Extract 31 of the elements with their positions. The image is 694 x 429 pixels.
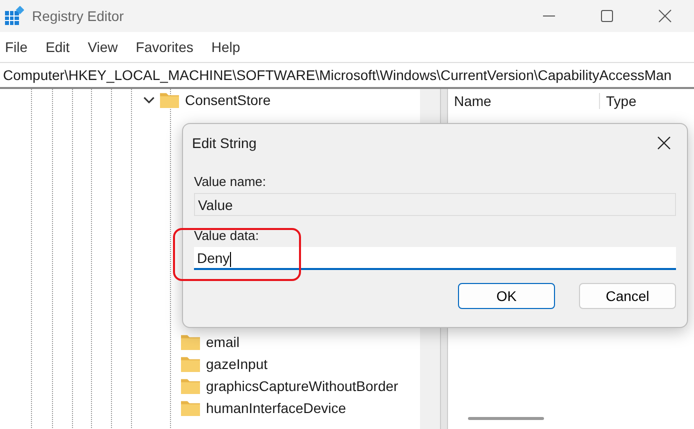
tree-item[interactable]: ConsentStore: [185, 92, 271, 108]
chevron-icon[interactable]: [143, 94, 155, 106]
menu-item[interactable]: View: [88, 39, 118, 55]
tree-item[interactable]: humanInterfaceDevice: [206, 400, 346, 416]
folder-icon: [181, 334, 200, 350]
folder-icon: [181, 400, 200, 416]
menu-item[interactable]: Favorites: [136, 39, 194, 55]
tree-item[interactable]: email: [206, 334, 240, 350]
window-title: Registry Editor: [32, 8, 124, 24]
maximize-icon[interactable]: [600, 9, 614, 23]
scrollbar-thumb[interactable]: [468, 417, 544, 420]
field-label: Value name:: [194, 174, 268, 189]
registry-icon: [4, 6, 24, 26]
menu-item[interactable]: Edit: [46, 39, 70, 55]
menu-item[interactable]: Help: [211, 39, 240, 55]
column-header[interactable]: Name: [448, 93, 600, 109]
value-name-field[interactable]: Value: [194, 193, 676, 216]
field-label: Value data:: [194, 228, 260, 243]
value-data-field[interactable]: Deny: [194, 247, 676, 270]
close-icon[interactable]: [657, 136, 671, 150]
tree-item[interactable]: graphicsCaptureWithoutBorder: [206, 378, 398, 394]
menu-item[interactable]: File: [5, 39, 28, 55]
folder-icon: [160, 92, 179, 108]
folder-icon: [181, 356, 200, 372]
column-header[interactable]: Type: [600, 93, 636, 109]
tree-item[interactable]: gazeInput: [206, 356, 268, 372]
folder-icon: [181, 378, 200, 394]
dialog-button[interactable]: OK: [458, 283, 555, 309]
close-icon[interactable]: [658, 9, 672, 23]
dialog-button[interactable]: Cancel: [579, 283, 676, 309]
dialog-title: Edit String: [192, 135, 257, 151]
